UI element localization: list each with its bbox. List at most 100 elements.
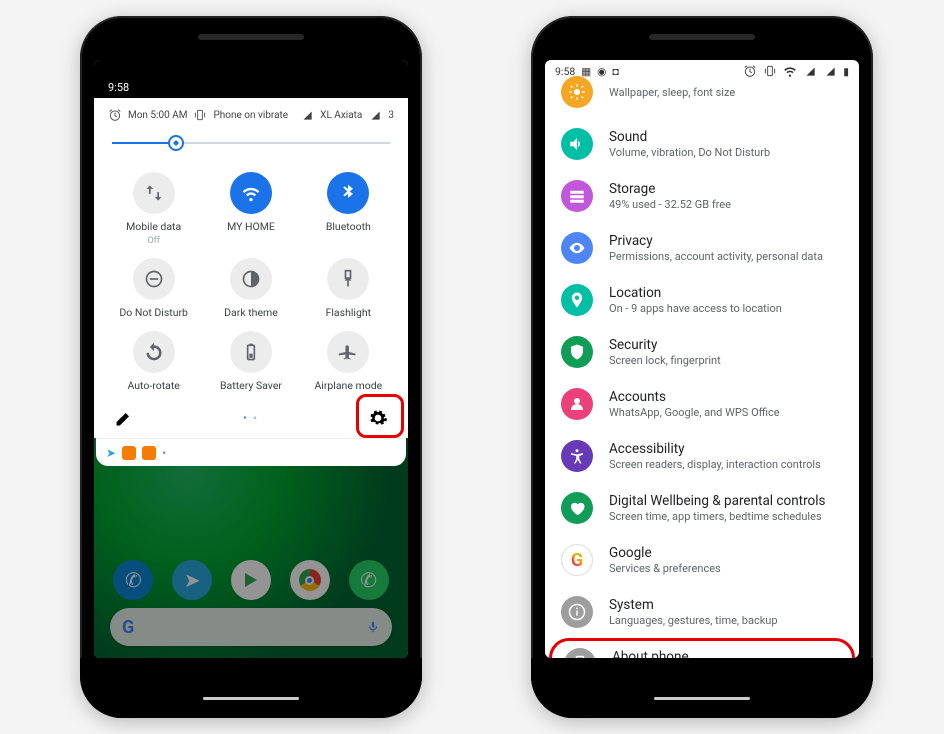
settings-item-sub: Screen lock, fingerprint — [609, 354, 721, 367]
settings-item-about[interactable]: About phone Mukharom — [549, 638, 855, 658]
display-icon — [561, 76, 593, 108]
qs-tile-bluetooth[interactable]: Bluetooth — [303, 172, 394, 246]
system-icon — [561, 596, 593, 628]
qs-alarm-text: Mon 5:00 AM — [128, 110, 187, 121]
qs-tile-label: Mobile data — [126, 220, 181, 233]
qs-tile-wifi[interactable]: MY HOME — [205, 172, 296, 246]
signal2-icon — [368, 108, 382, 122]
status-image-icon: ▦ — [581, 65, 591, 78]
contrast-icon — [230, 258, 272, 300]
battery-icon — [230, 331, 272, 373]
settings-item-location[interactable]: Location On - 9 apps have access to loca… — [545, 274, 859, 326]
settings-item-title: Security — [609, 337, 721, 353]
wellbeing-icon — [561, 492, 593, 524]
status-screenshot-icon: ◉ — [597, 65, 606, 78]
qs-ringer-text: Phone on vibrate — [213, 110, 288, 121]
notif-more-dot: • — [162, 446, 166, 460]
screen-left: ✆ ➤ ✆ G 9:58 Mon 5:00 AM — [94, 60, 408, 658]
wifi-icon — [230, 172, 272, 214]
settings-item-title: Accounts — [609, 389, 780, 405]
settings-item-title: Accessibility — [609, 441, 821, 457]
edit-tiles-button[interactable] — [114, 408, 134, 428]
settings-item-privacy[interactable]: Privacy Permissions, account activity, p… — [545, 222, 859, 274]
location-icon — [561, 284, 593, 316]
phone-frame-right: 9:58 ▦ ◉ ◘ ▮ Wallpaper, sleep, font size… — [531, 16, 873, 718]
settings-item-sub: Screen time, app timers, bedtime schedul… — [609, 510, 825, 523]
statusbar-left: 9:58 — [94, 60, 408, 98]
settings-item-title: Sound — [609, 129, 770, 145]
status-wifi-icon — [783, 64, 797, 78]
status-app-icon: ◘ — [612, 65, 618, 78]
settings-item-sub: Screen readers, display, interaction con… — [609, 458, 821, 471]
settings-item-sub: 49% used - 32.52 GB free — [609, 198, 731, 211]
status-time: 9:58 — [108, 81, 129, 94]
qs-tile-flash[interactable]: Flashlight — [303, 258, 394, 319]
status-battery-icon: ▮ — [843, 65, 849, 78]
brightness-slider[interactable] — [104, 130, 398, 156]
qs-tile-mobile-data[interactable]: Mobile data Off — [108, 172, 199, 246]
qs-tile-label: Dark theme — [224, 306, 278, 319]
notif-app-icon — [122, 446, 136, 460]
settings-item-sub: Wallpaper, sleep, font size — [609, 86, 735, 99]
accounts-icon — [561, 388, 593, 420]
bluetooth-icon — [327, 172, 369, 214]
settings-item-sub: Volume, vibration, Do Not Disturb — [609, 146, 770, 159]
settings-item-title: System — [609, 597, 778, 613]
notif-telegram-icon: ➤ — [106, 446, 116, 460]
qs-tile-label: Bluetooth — [326, 220, 371, 233]
qs-tile-label: Flashlight — [326, 306, 372, 319]
qs-tile-dark[interactable]: Dark theme — [205, 258, 296, 319]
settings-item-wellbeing[interactable]: Digital Wellbeing & parental controls Sc… — [545, 482, 859, 534]
settings-gear-button[interactable] — [368, 408, 388, 428]
settings-item-accounts[interactable]: Accounts WhatsApp, Google, and WPS Offic… — [545, 378, 859, 430]
qs-tile-rotate[interactable]: Auto-rotate — [108, 331, 199, 392]
privacy-icon — [561, 232, 593, 264]
qs-tile-label: Auto-rotate — [127, 379, 179, 392]
settings-item-title: Digital Wellbeing & parental controls — [609, 493, 825, 509]
brightness-icon — [168, 135, 184, 151]
airplane-icon — [327, 331, 369, 373]
qs-tile-label: Airplane mode — [314, 379, 382, 392]
settings-item-storage[interactable]: Storage 49% used - 32.52 GB free — [545, 170, 859, 222]
settings-item-system[interactable]: System Languages, gestures, time, backup — [545, 586, 859, 638]
qs-tile-battery[interactable]: Battery Saver — [205, 331, 296, 392]
page-indicator: • ◦ — [134, 413, 368, 424]
settings-item-sound[interactable]: Sound Volume, vibration, Do Not Disturb — [545, 118, 859, 170]
settings-item-a11y[interactable]: Accessibility Screen readers, display, i… — [545, 430, 859, 482]
notif-app-icon — [142, 446, 156, 460]
qs-tile-dnd[interactable]: Do Not Disturb — [108, 258, 199, 319]
security-icon — [561, 336, 593, 368]
settings-item-security[interactable]: Security Screen lock, fingerprint — [545, 326, 859, 378]
qs-carrier-text: XL Axiata — [320, 110, 362, 121]
qs-tile-label: Battery Saver — [220, 379, 282, 392]
swap-vert-icon — [133, 172, 175, 214]
status-vibrate-icon — [763, 64, 777, 78]
settings-item-sub: On - 9 apps have access to location — [609, 302, 782, 315]
quick-settings-panel: 9:58 Mon 5:00 AM Phone on vibrate XL Axi… — [94, 60, 408, 466]
storage-icon — [561, 180, 593, 212]
about-icon — [564, 648, 596, 658]
google-icon: G — [561, 544, 593, 576]
settings-item-title: About phone — [612, 649, 689, 658]
settings-item-sub: Services & preferences — [609, 562, 721, 575]
settings-item-sub: WhatsApp, Google, and WPS Office — [609, 406, 780, 419]
alarm-icon — [108, 108, 122, 122]
screen-right: 9:58 ▦ ◉ ◘ ▮ Wallpaper, sleep, font size… — [545, 60, 859, 658]
qs-tile-airplane[interactable]: Airplane mode — [303, 331, 394, 392]
qs-tile-label: MY HOME — [227, 220, 275, 233]
dnd-icon — [133, 258, 175, 300]
a11y-icon — [561, 440, 593, 472]
flashlight-icon — [327, 258, 369, 300]
status-alarm-icon — [743, 64, 757, 78]
qs-tile-label: Do Not Disturb — [119, 306, 188, 319]
status-signal-icon — [803, 64, 817, 78]
qs-sim2-text: 3 — [388, 110, 394, 121]
signal-icon — [300, 108, 314, 122]
notification-tray[interactable]: ➤ • — [96, 438, 406, 466]
sound-icon — [561, 128, 593, 160]
settings-item-google[interactable]: G Google Services & preferences — [545, 534, 859, 586]
rotate-icon — [133, 331, 175, 373]
settings-item-title: Storage — [609, 181, 731, 197]
settings-item-sub: Permissions, account activity, personal … — [609, 250, 823, 263]
settings-item-title: Location — [609, 285, 782, 301]
